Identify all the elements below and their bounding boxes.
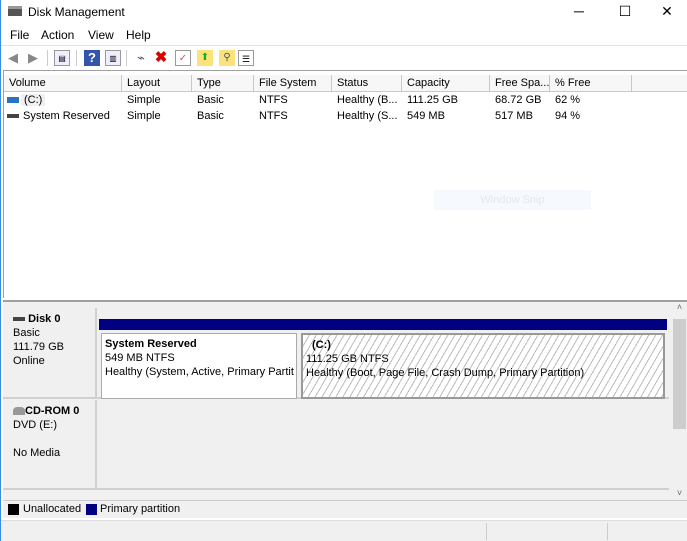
disk-map: Disk 0 Basic 111.79 GB Online System Res… <box>3 300 687 500</box>
disk-management-icon <box>8 6 22 16</box>
unallocated-swatch <box>8 504 19 515</box>
cell-free-space: 517 MB <box>495 110 533 122</box>
scroll-thumb[interactable] <box>673 319 686 429</box>
cell-file-system: NTFS <box>259 110 288 122</box>
disk-state: No Media <box>13 447 61 459</box>
disk-size: 111.79 GB <box>13 341 64 353</box>
col-header-file-system[interactable]: File System <box>254 75 332 92</box>
help-icon[interactable]: ? <box>84 50 100 66</box>
legend: Unallocated Primary partition <box>3 500 687 518</box>
disk-name: CD-ROM 0 <box>25 405 80 417</box>
cell-status: Healthy (B... <box>337 94 398 106</box>
console-tree-icon[interactable]: ▤ <box>54 50 70 66</box>
menu-view[interactable]: View <box>88 28 114 42</box>
title-bar: Disk Management ─ ☐ ✕ <box>1 0 687 24</box>
volume-icon <box>7 97 19 103</box>
close-button[interactable]: ✕ <box>644 0 687 24</box>
cell-layout: Simple <box>127 94 161 106</box>
menu-action[interactable]: Action <box>41 28 74 42</box>
cell-free-space: 68.72 GB <box>495 94 542 106</box>
partition-status: Healthy (Boot, Page File, Crash Dump, Pr… <box>306 367 585 379</box>
properties-icon[interactable]: ✓ <box>175 50 191 66</box>
connect-drive-icon[interactable]: ⌁ <box>133 50 149 66</box>
partition-size: 549 MB NTFS <box>105 352 175 364</box>
col-header-layout[interactable]: Layout <box>122 75 192 92</box>
back-icon[interactable]: ◀ <box>5 50 21 66</box>
disk-type: DVD (E:) <box>13 419 57 431</box>
disk-name: Disk 0 <box>28 313 61 325</box>
scroll-down-arrow[interactable]: ˅ <box>671 488 687 498</box>
action-pane-icon[interactable]: ▥ <box>105 50 121 66</box>
partition-name: System Reserved <box>105 338 197 350</box>
delete-icon[interactable]: ✖ <box>153 50 169 66</box>
cell-volume: (C:) <box>21 94 46 106</box>
cell-volume: System Reserved <box>23 110 110 122</box>
primary-partition-swatch <box>86 504 97 515</box>
menu-file[interactable]: File <box>10 28 29 42</box>
folder-up-icon[interactable]: ⬆ <box>197 50 213 66</box>
cell-type: Basic <box>197 110 224 122</box>
window-snip-overlay: Window Snip <box>434 190 591 210</box>
col-header-free-space[interactable]: Free Spa... <box>490 75 550 92</box>
volume-list: Volume Layout Type File System Status Ca… <box>3 70 687 298</box>
disk-icon <box>13 317 25 322</box>
disk-state: Online <box>13 355 45 367</box>
cdrom-0-label[interactable]: CD-ROM 0 DVD (E:) No Media <box>5 400 97 488</box>
cdrom-icon <box>13 407 25 416</box>
vertical-scrollbar[interactable]: ˄ ˅ <box>671 302 687 500</box>
partition-size: 111.25 GB NTFS <box>306 353 389 365</box>
cell-file-system: NTFS <box>259 94 288 106</box>
forward-icon[interactable]: ▶ <box>25 50 41 66</box>
scroll-up-arrow[interactable]: ˄ <box>671 302 687 317</box>
cell-percent-free: 62 % <box>555 94 581 106</box>
col-header-volume[interactable]: Volume <box>4 75 122 92</box>
disk-0-label[interactable]: Disk 0 Basic 111.79 GB Online <box>5 308 97 397</box>
partition-name: (C:) <box>312 339 331 351</box>
disk-type: Basic <box>13 327 40 339</box>
maximize-button[interactable]: ☐ <box>602 0 648 24</box>
toolbar: ◀ ▶ ▤ ? ▥ ⌁ ✖ ✓ ⬆ ⚲ ☰ <box>1 45 687 69</box>
legend-unallocated: Unallocated <box>23 503 82 515</box>
cell-layout: Simple <box>127 110 161 122</box>
cell-status: Healthy (S... <box>337 110 398 122</box>
cell-capacity: 111.25 GB <box>407 94 458 106</box>
explore-icon[interactable]: ⚲ <box>219 50 235 66</box>
disk-0-row: Disk 0 Basic 111.79 GB Online System Res… <box>3 308 669 399</box>
col-header-status[interactable]: Status <box>332 75 402 92</box>
col-header-capacity[interactable]: Capacity <box>402 75 490 92</box>
partition-c[interactable]: (C:) 111.25 GB NTFS Healthy (Boot, Page … <box>299 319 667 399</box>
menu-bar: File Action View Help <box>1 26 687 44</box>
cdrom-0-row: CD-ROM 0 DVD (E:) No Media <box>3 400 669 490</box>
cell-percent-free: 94 % <box>555 110 581 122</box>
settings-list-icon[interactable]: ☰ <box>238 50 254 66</box>
primary-partition-bar <box>299 319 667 330</box>
menu-help[interactable]: Help <box>126 28 151 42</box>
legend-primary-partition: Primary partition <box>100 503 181 515</box>
col-header-percent-free[interactable]: % Free <box>550 75 632 92</box>
primary-partition-bar <box>99 319 299 330</box>
col-header-type[interactable]: Type <box>192 75 254 92</box>
minimize-button[interactable]: ─ <box>556 0 602 24</box>
cell-capacity: 549 MB <box>407 110 445 122</box>
cell-type: Basic <box>197 94 224 106</box>
window-title: Disk Management <box>28 5 125 19</box>
partition-system-reserved[interactable]: System Reserved 549 MB NTFS Healthy (Sys… <box>99 319 299 399</box>
partition-status: Healthy (System, Active, Primary Partit <box>105 366 294 378</box>
status-bar <box>1 520 687 541</box>
